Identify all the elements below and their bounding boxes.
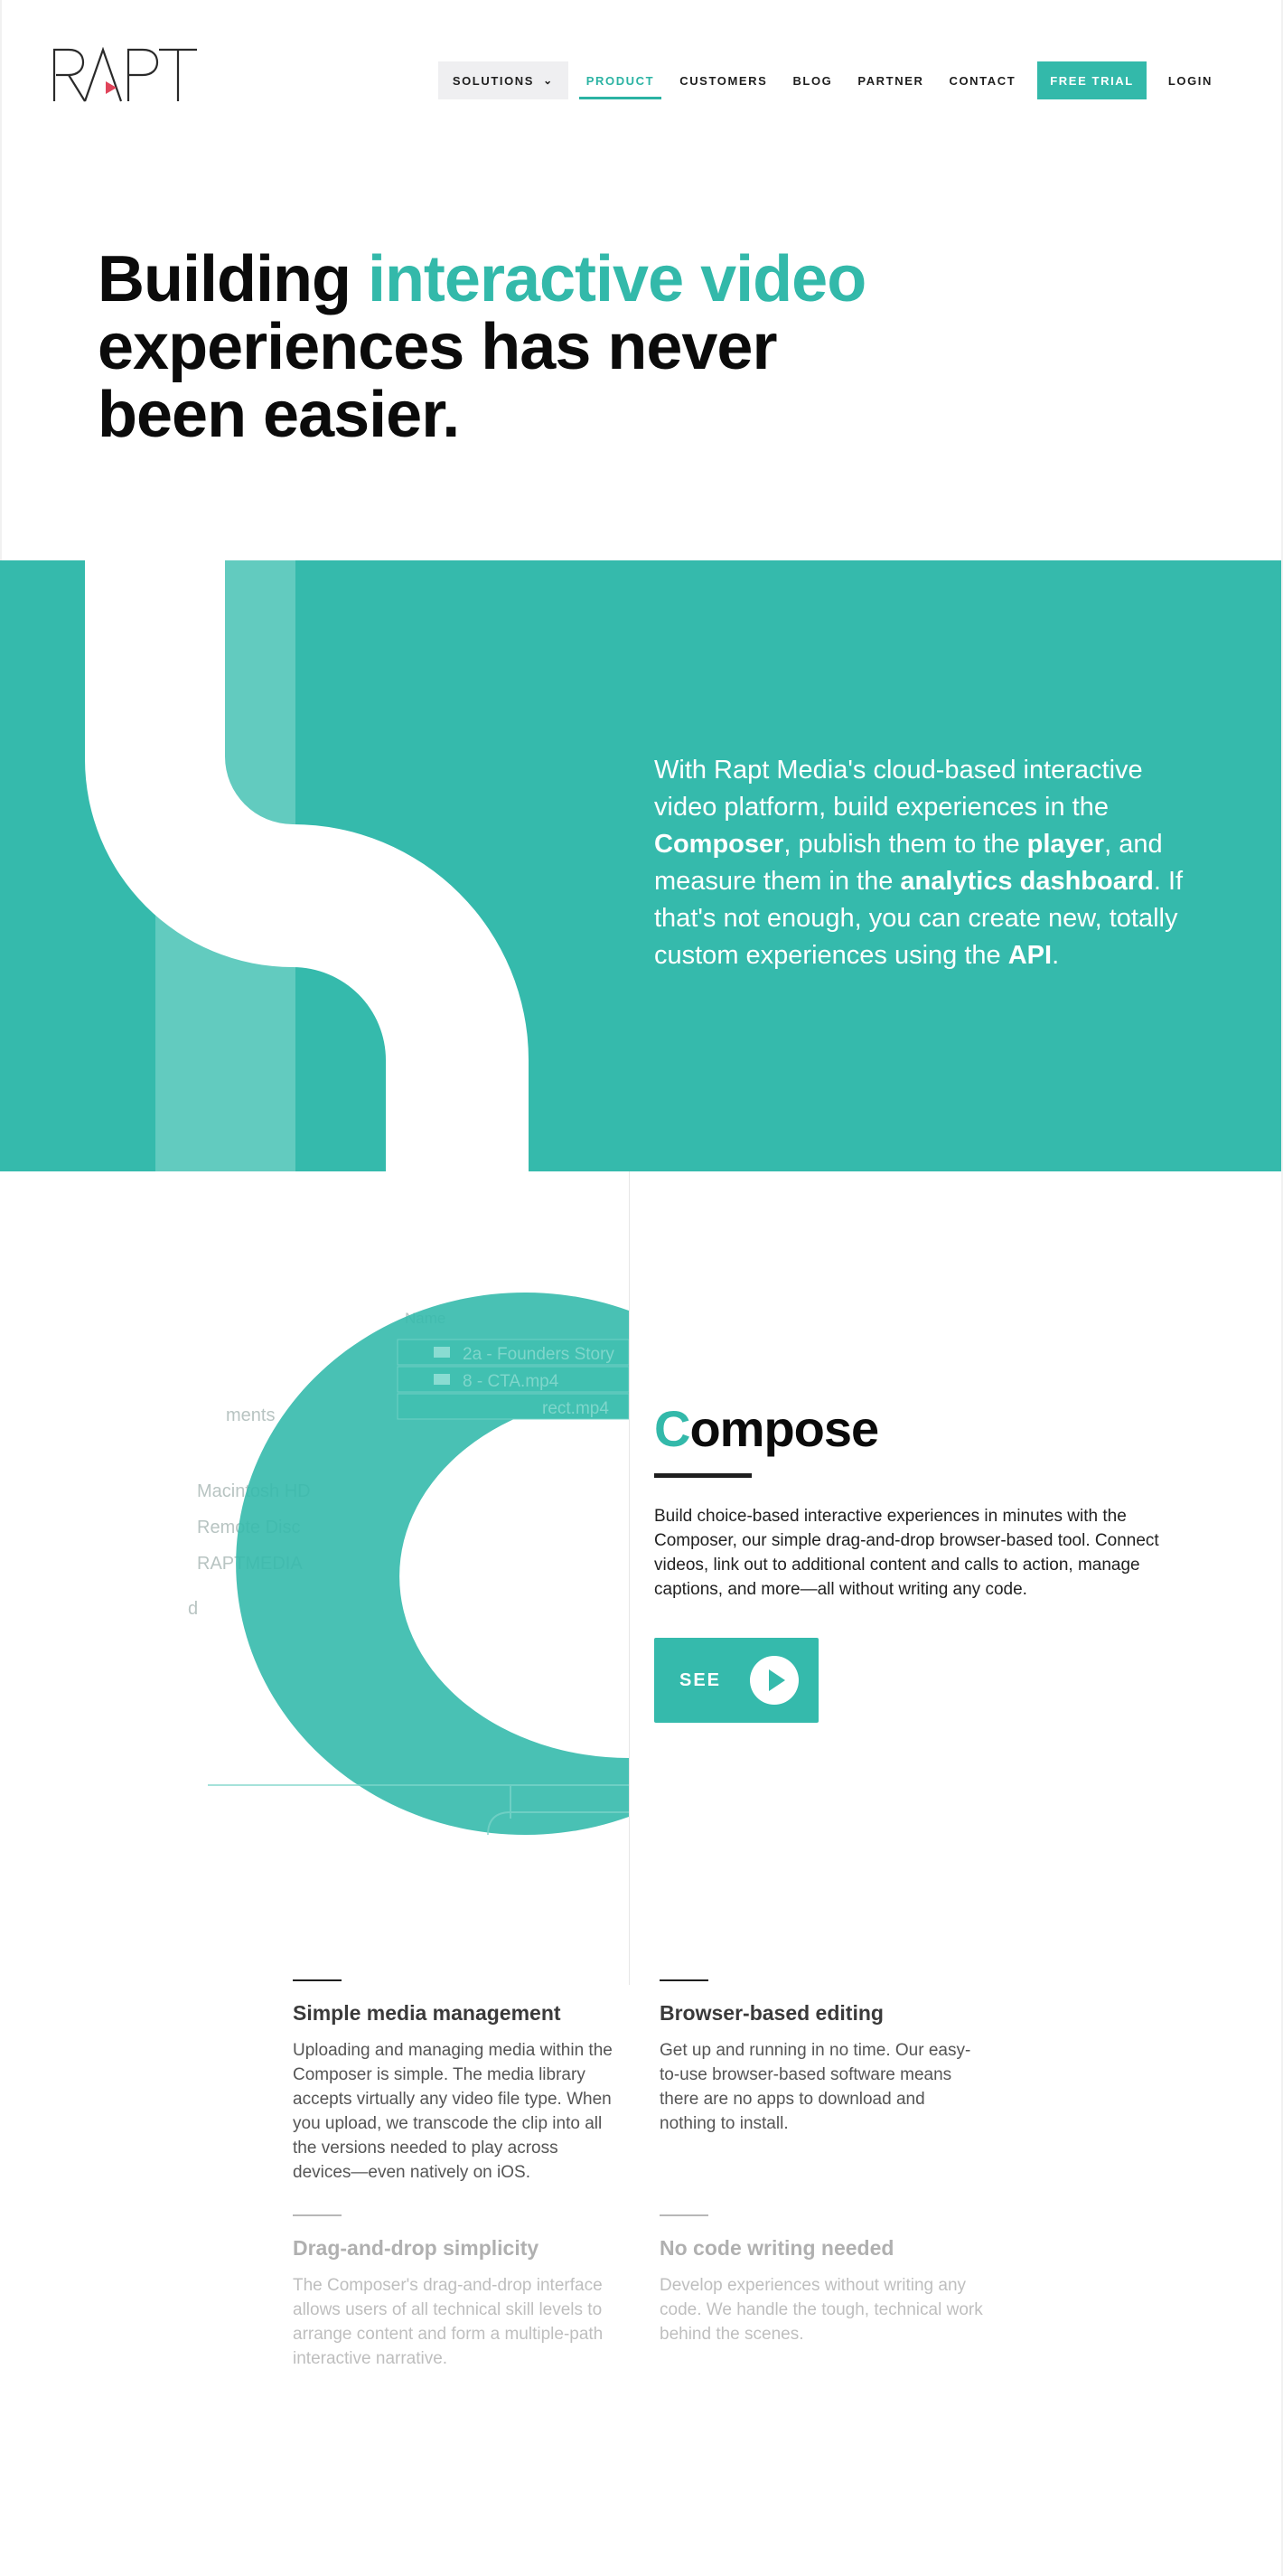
feature-title: No code writing needed xyxy=(660,2236,894,2260)
feature-rule xyxy=(660,2214,708,2216)
feature-rule xyxy=(293,2214,342,2216)
nav-contact[interactable]: CONTACT xyxy=(936,61,1028,99)
rapt-logo[interactable] xyxy=(52,47,199,103)
intro-text-1: With Rapt Media's cloud-based interactiv… xyxy=(654,756,1143,822)
intro-text-2: , publish them to the xyxy=(783,830,1027,859)
feature-rule xyxy=(293,1979,342,1981)
feature-no-code: No code writing needed Develop experienc… xyxy=(660,2214,985,2346)
chevron-down-icon: ⌄ xyxy=(543,74,554,87)
intro-bold-composer: Composer xyxy=(654,830,784,859)
nav-login[interactable]: LOGIN xyxy=(1156,61,1225,99)
intro-bold-analytics: analytics dashboard xyxy=(900,867,1154,896)
art-side-5: d xyxy=(188,1599,198,1619)
intro-bold-api: API xyxy=(1007,941,1053,970)
page: SOLUTIONS ⌄ PRODUCT CUSTOMERS BLOG PARTN… xyxy=(0,0,1283,2576)
compose-title-underline xyxy=(654,1473,752,1478)
intro-band: With Rapt Media's cloud-based interactiv… xyxy=(0,560,1281,1171)
main-nav: SOLUTIONS ⌄ PRODUCT CUSTOMERS BLOG PARTN… xyxy=(437,61,1225,99)
nav-product[interactable]: PRODUCT xyxy=(574,61,667,99)
art-file-2: 8 - CTA.mp4 xyxy=(463,1372,559,1391)
hero-title: Building interactive video experiences ha… xyxy=(98,246,911,449)
feature-text: Get up and running in no time. Our easy-… xyxy=(660,2041,971,2133)
nav-partner[interactable]: PARTNER xyxy=(845,61,936,99)
feature-title: Simple media management xyxy=(293,2001,561,2025)
compose-description: Build choice-based interactive experienc… xyxy=(654,1507,1159,1599)
hero-title-part2: experiences has never been easier. xyxy=(98,311,777,451)
feature-text: Uploading and managing media within the … xyxy=(293,2041,613,2182)
nav-solutions-label: SOLUTIONS xyxy=(452,73,535,88)
feature-drag-drop: Drag-and-drop simplicity The Composer's … xyxy=(293,2214,618,2371)
see-button-label: SEE xyxy=(679,1669,722,1690)
see-composer-button[interactable]: SEE xyxy=(654,1638,819,1723)
hero-title-part1: Building xyxy=(98,243,368,315)
intro-bold-player: player xyxy=(1026,830,1105,859)
play-icon xyxy=(750,1656,799,1705)
compose-c-illustration: Name ments Macintosh HD Remote Disc RAPT… xyxy=(188,1293,629,1836)
hero-title-accent: interactive video xyxy=(367,243,866,315)
intro-text-5: . xyxy=(1052,941,1060,970)
free-trial-button[interactable]: FREE TRIAL xyxy=(1037,61,1147,99)
nav-solutions-dropdown[interactable]: SOLUTIONS ⌄ xyxy=(437,61,568,99)
feature-text: Develop experiences without writing any … xyxy=(660,2276,983,2344)
feature-title: Drag-and-drop simplicity xyxy=(293,2236,539,2260)
intro-paragraph: With Rapt Media's cloud-based interactiv… xyxy=(654,752,1196,974)
section-divider xyxy=(629,1171,630,1985)
feature-rule xyxy=(660,1979,708,1981)
nav-customers[interactable]: CUSTOMERS xyxy=(667,61,780,99)
nav-blog[interactable]: BLOG xyxy=(780,61,845,99)
feature-text: The Composer's drag-and-drop interface a… xyxy=(293,2276,604,2368)
art-file-1: 2a - Founders Story xyxy=(463,1345,614,1364)
art-file-3: rect.mp4 xyxy=(542,1399,609,1418)
art-side-1: ments xyxy=(226,1406,275,1425)
compose-title-first-letter: C xyxy=(654,1400,690,1457)
feature-browser-editing: Browser-based editing Get up and running… xyxy=(660,1979,985,2136)
swirl-graphic xyxy=(85,560,529,1171)
feature-title: Browser-based editing xyxy=(660,2001,884,2025)
compose-title-rest: ompose xyxy=(689,1400,879,1457)
left-edge-rule xyxy=(0,0,2,560)
compose-title: Compose xyxy=(654,1399,879,1458)
feature-media-management: Simple media management Uploading and ma… xyxy=(293,1979,618,2185)
